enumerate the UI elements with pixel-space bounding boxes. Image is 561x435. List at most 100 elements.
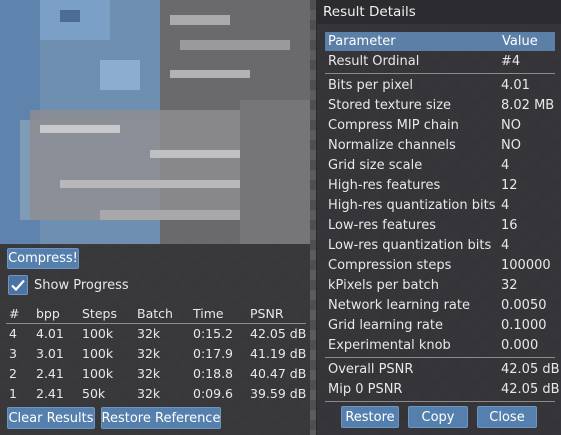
param-label: Network learning rate bbox=[328, 298, 470, 313]
param-label: Overall PSNR bbox=[328, 362, 414, 377]
col-bpp-header: bpp bbox=[36, 306, 60, 321]
show-progress-row[interactable]: Show Progress bbox=[8, 274, 129, 296]
cell-steps: 100k bbox=[82, 346, 114, 361]
parameter-column-header: Parameter bbox=[328, 34, 396, 49]
checkmark-icon bbox=[11, 279, 25, 292]
param-row: kPixels per batch 32 bbox=[325, 276, 555, 296]
col-time-header: Time bbox=[193, 306, 224, 321]
cell-psnr: 41.19 dB bbox=[250, 346, 307, 361]
cell-bpp: 3.01 bbox=[36, 346, 64, 361]
col-batch-header: Batch bbox=[137, 306, 173, 321]
cell-bpp: 2.41 bbox=[36, 386, 64, 401]
param-value: 42.05 dB bbox=[501, 362, 560, 377]
param-value: NO bbox=[501, 118, 521, 133]
param-value: 42.05 dB bbox=[501, 382, 560, 397]
close-button[interactable]: Close bbox=[477, 406, 537, 428]
col-steps-header: Steps bbox=[82, 306, 117, 321]
param-row: High-res features 12 bbox=[325, 176, 555, 196]
table-row[interactable]: 1 2.41 50k 32k 0:09.6 39.59 dB bbox=[6, 384, 306, 404]
cell-steps: 100k bbox=[82, 326, 114, 341]
cell-steps: 50k bbox=[82, 386, 106, 401]
cell-time: 0:18.8 bbox=[193, 366, 233, 381]
param-label: Experimental knob bbox=[328, 338, 451, 353]
param-row: Grid learning rate 0.1000 bbox=[325, 316, 555, 336]
result-ordinal-row: Result Ordinal #4 bbox=[325, 52, 555, 72]
compress-button[interactable]: Compress! bbox=[7, 248, 79, 269]
param-row: Compress MIP chain NO bbox=[325, 116, 555, 136]
table-row[interactable]: 4 4.01 100k 32k 0:15.2 42.05 dB bbox=[6, 324, 306, 344]
param-value: NO bbox=[501, 138, 521, 153]
param-row: Low-res features 16 bbox=[325, 216, 555, 236]
param-row: Network learning rate 0.0050 bbox=[325, 296, 555, 316]
results-header-row: # bpp Steps Batch Time PSNR bbox=[6, 304, 306, 324]
cell-index: 4 bbox=[9, 326, 17, 341]
param-label: Compression steps bbox=[328, 258, 452, 273]
param-label: Compress MIP chain bbox=[328, 118, 459, 133]
overall-psnr-row: Overall PSNR 42.05 dB bbox=[325, 360, 560, 380]
cell-index: 2 bbox=[9, 366, 17, 381]
param-value: 0.0050 bbox=[501, 298, 547, 313]
param-label: Normalize channels bbox=[328, 138, 456, 153]
result-details-panel: Result Details Parameter Value Result Or… bbox=[316, 0, 561, 435]
restore-reference-button[interactable]: Restore Reference bbox=[101, 407, 221, 429]
show-progress-label: Show Progress bbox=[34, 277, 129, 293]
param-row: Bits per pixel 4.01 bbox=[325, 76, 555, 96]
divider bbox=[325, 401, 555, 402]
col-index-header: # bbox=[9, 306, 20, 321]
param-value: 0.000 bbox=[501, 338, 539, 353]
divider bbox=[325, 73, 555, 74]
cell-bpp: 2.41 bbox=[36, 366, 64, 381]
cell-index: 1 bbox=[9, 386, 17, 401]
param-label: kPixels per batch bbox=[328, 278, 439, 293]
param-label: Grid learning rate bbox=[328, 318, 443, 333]
param-label: Bits per pixel bbox=[328, 78, 414, 93]
table-row[interactable]: 3 3.01 100k 32k 0:17.9 41.19 dB bbox=[6, 344, 306, 364]
param-label: Low-res quantization bits bbox=[328, 238, 492, 253]
texture-preview bbox=[0, 0, 310, 245]
cell-psnr: 42.05 dB bbox=[250, 326, 307, 341]
table-row[interactable]: 2 2.41 100k 32k 0:18.8 40.47 dB bbox=[6, 364, 306, 384]
cell-batch: 32k bbox=[137, 386, 161, 401]
param-label: Mip 0 PSNR bbox=[328, 382, 403, 397]
cell-psnr: 40.47 dB bbox=[250, 366, 307, 381]
param-value: 4 bbox=[501, 158, 510, 173]
param-label: Result Ordinal bbox=[328, 54, 420, 69]
param-value: 4 bbox=[501, 238, 510, 253]
param-label: High-res quantization bits bbox=[328, 198, 496, 213]
restore-button[interactable]: Restore bbox=[341, 406, 399, 428]
divider bbox=[325, 357, 555, 358]
param-value: 12 bbox=[501, 178, 518, 193]
param-value: 4 bbox=[501, 198, 510, 213]
panel-title: Result Details bbox=[317, 0, 561, 24]
param-value: 32 bbox=[501, 278, 518, 293]
value-column-header: Value bbox=[502, 34, 538, 49]
param-row: Stored texture size 8.02 MB bbox=[325, 96, 555, 116]
param-row: Grid size scale 4 bbox=[325, 156, 555, 176]
cell-time: 0:09.6 bbox=[193, 386, 233, 401]
param-label: Low-res features bbox=[328, 218, 436, 233]
copy-button[interactable]: Copy bbox=[408, 406, 468, 428]
param-label: High-res features bbox=[328, 178, 441, 193]
mip0-psnr-row: Mip 0 PSNR 42.05 dB bbox=[325, 380, 560, 400]
param-value: 8.02 MB bbox=[501, 98, 555, 113]
param-value: 4.01 bbox=[501, 78, 530, 93]
param-value: 0.1000 bbox=[501, 318, 547, 333]
param-row: Experimental knob 0.000 bbox=[325, 336, 555, 356]
param-label: Stored texture size bbox=[328, 98, 452, 113]
param-value: 16 bbox=[501, 218, 518, 233]
clear-results-button[interactable]: Clear Results bbox=[7, 407, 95, 429]
param-value: #4 bbox=[501, 54, 521, 69]
details-header-row: Parameter Value bbox=[325, 32, 555, 51]
cell-time: 0:17.9 bbox=[193, 346, 233, 361]
param-row: Low-res quantization bits 4 bbox=[325, 236, 555, 256]
show-progress-checkbox[interactable] bbox=[8, 275, 28, 295]
cell-batch: 32k bbox=[137, 366, 161, 381]
param-value: 100000 bbox=[501, 258, 551, 273]
results-table: # bpp Steps Batch Time PSNR 4 4.01 100k … bbox=[6, 304, 306, 404]
cell-index: 3 bbox=[9, 346, 17, 361]
param-label: Grid size scale bbox=[328, 158, 423, 173]
cell-batch: 32k bbox=[137, 326, 161, 341]
cell-bpp: 4.01 bbox=[36, 326, 64, 341]
cell-time: 0:15.2 bbox=[193, 326, 233, 341]
param-row: High-res quantization bits 4 bbox=[325, 196, 555, 216]
